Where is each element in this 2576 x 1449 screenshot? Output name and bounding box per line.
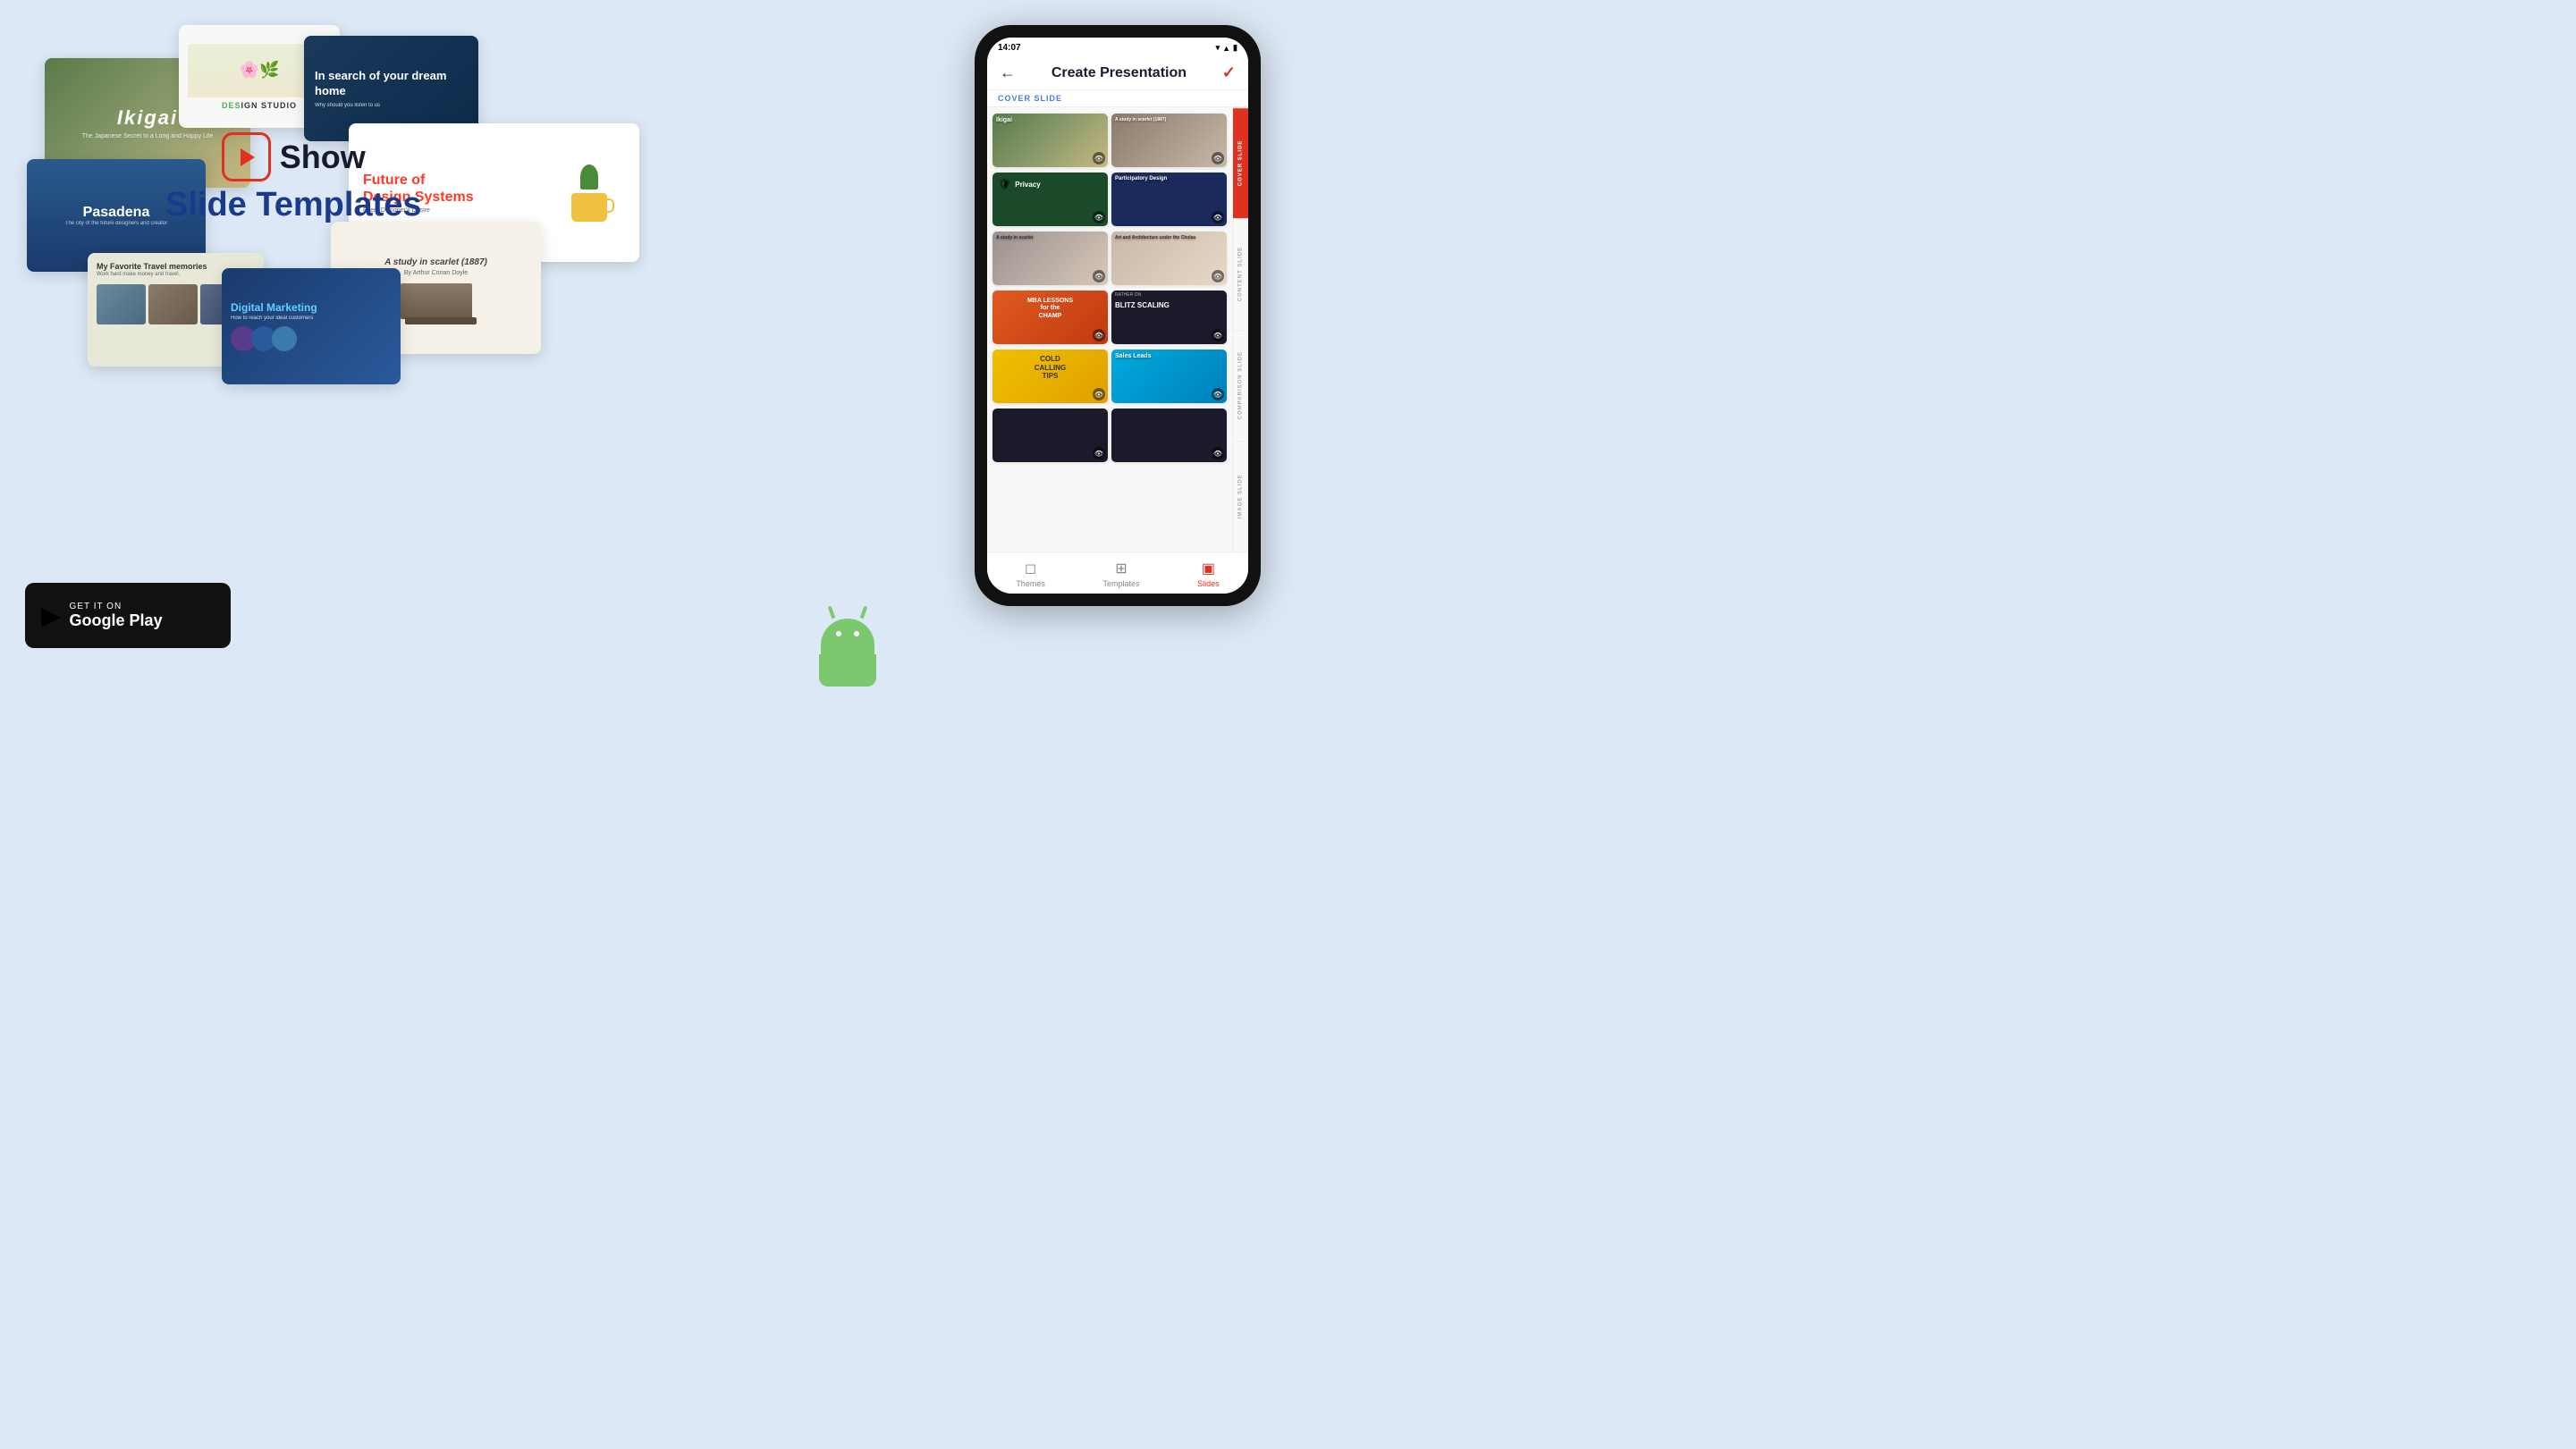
phone-slide-study2[interactable]: A study in scarlet 👁 [992,232,1108,285]
phone-screen: 14:07 ▾ ▲ ▮ ← Create Presentation ✓ COVE… [987,38,1248,594]
google-play-button[interactable]: ▶ GET IT ON Google Play [25,583,231,648]
templates-icon: ⊞ [1115,560,1127,577]
app-logo: Show Slide Templates [165,132,422,224]
phone-slide-privacy[interactable]: 🛡 Privacy 👁 [992,173,1108,226]
slide-row-6: 👁 👁 [992,406,1227,465]
slide-row-3: A study in scarlet 👁 Art and Architectur… [992,229,1227,288]
slide-preview-icon-5: 👁 [1093,270,1105,282]
slide-preview-icon-10: 👁 [1212,388,1224,400]
pasadena-subtitle: The city of the future designers and cre… [65,221,167,226]
slide-row-2: 🛡 Privacy 👁 Participatory Design 👁 [992,170,1227,229]
logo-subtitle: Slide Templates [165,186,422,224]
phone-slide-dark2[interactable]: 👁 [1111,409,1227,462]
android-eyes [821,619,874,636]
scarlet-title: A study in scarlet (1887) [384,257,487,267]
phone-slide-dark1[interactable]: 👁 [992,409,1108,462]
android-body [819,654,876,687]
travel-photo-2 [148,284,198,324]
phone-slide-art[interactable]: Art and Architecture under the Cholas 👁 [1111,232,1227,285]
cover-slide-label: COVER SLIDE [987,90,1248,107]
wifi-icon: ▾ [1216,43,1220,53]
phone-mockup: 14:07 ▾ ▲ ▮ ← Create Presentation ✓ COVE… [975,25,1261,606]
slide-preview-icon-1: 👁 [1093,152,1105,164]
google-play-get-text: GET IT ON [70,602,163,611]
google-play-store-name: Google Play [70,611,163,630]
back-button[interactable]: ← [1000,63,1016,82]
phone-section-labels: COVER SLIDE CONTENT SLIDE COMPARISON SLI… [1232,107,1248,552]
slides-label: Slides [1197,579,1220,588]
phone-bottom-tabs: ◻ Themes ⊞ Templates ▣ Slides [987,552,1248,594]
slide-preview-icon-9: 👁 [1093,388,1105,400]
android-head [821,619,874,654]
status-icons: ▾ ▲ ▮ [1216,43,1237,53]
dream-home-title: In search of your dream home [315,69,468,99]
google-play-icon: ▶ [41,601,61,630]
design-studio-label: DESIGN STUDIO [222,101,297,110]
phone-slide-sales[interactable]: Sales Leads 👁 [1111,350,1227,403]
phone-slide-book[interactable]: A study in scarlet (1887) 👁 [1111,114,1227,167]
android-mascot [812,619,883,699]
pasadena-title: Pasadena [65,205,167,221]
themes-label: Themes [1016,579,1045,588]
section-label-cover: COVER SLIDE [1233,107,1248,218]
slide-preview-icon-12: 👁 [1212,447,1224,459]
confirm-button[interactable]: ✓ [1222,63,1236,82]
travel-photo-1 [97,284,146,324]
dream-home-subtitle: Why should you listen to us [315,103,422,108]
slide-preview-icon-2: 👁 [1212,152,1224,164]
slide-row-4: MBA LESSONSfor theCHAMP 👁 RATHER ON BLIT… [992,288,1227,347]
slides-icon: ▣ [1202,560,1215,577]
battery-icon: ▮ [1233,43,1237,53]
tab-templates[interactable]: ⊞ Templates [1102,560,1139,588]
logo-show-text: Show [280,139,366,176]
future-design-decoration [553,164,625,222]
section-label-content: CONTENT SLIDE [1233,218,1248,329]
tab-themes[interactable]: ◻ Themes [1016,560,1045,588]
section-label-comparison: COMPARISON SLIDE [1233,330,1248,441]
tab-slides[interactable]: ▣ Slides [1197,560,1220,588]
phone-slide-blitz[interactable]: RATHER ON BLITZ SCALING 👁 [1111,291,1227,344]
phone-slide-ikigai[interactable]: Ikigai 👁 [992,114,1108,167]
section-label-image: IMAGE SLIDE [1233,441,1248,552]
slide-preview-icon-11: 👁 [1093,447,1105,459]
slide-preview-icon-6: 👁 [1212,270,1224,282]
themes-icon: ◻ [1025,560,1036,577]
slide-preview-icon-4: 👁 [1212,211,1224,223]
play-triangle-icon [241,148,255,166]
digital-subtitle: How to reach your ideal customers [231,316,317,321]
phone-slide-participatory[interactable]: Participatory Design 👁 [1111,173,1227,226]
logo-icon-frame [222,132,271,181]
digital-people [231,326,317,351]
slide-preview-icon-7: 👁 [1093,329,1105,341]
phone-slide-mba[interactable]: MBA LESSONSfor theCHAMP 👁 [992,291,1108,344]
signal-icon: ▲ [1222,44,1230,53]
templates-label: Templates [1102,579,1139,588]
android-eye-right [854,631,859,636]
slide-preview-icon-8: 👁 [1212,329,1224,341]
phone-status-bar: 14:07 ▾ ▲ ▮ [987,38,1248,58]
phone-header: ← Create Presentation ✓ [987,58,1248,90]
status-time: 14:07 [998,43,1021,53]
slide-preview-icon-3: 👁 [1093,211,1105,223]
slide-row-1: Ikigai 👁 A study in scarlet (1887) 👁 [992,111,1227,170]
scarlet-book-image [401,283,472,319]
digital-title: Digital Marketing [231,301,317,314]
phone-slide-cold[interactable]: COLDCALLINGTIPS 👁 [992,350,1108,403]
android-eye-left [836,631,841,636]
header-title: Create Presentation [1052,65,1187,81]
slide-row-5: COLDCALLINGTIPS 👁 Sales Leads 👁 [992,347,1227,406]
slide-thumb-digital: Digital Marketing How to reach your idea… [222,268,401,384]
